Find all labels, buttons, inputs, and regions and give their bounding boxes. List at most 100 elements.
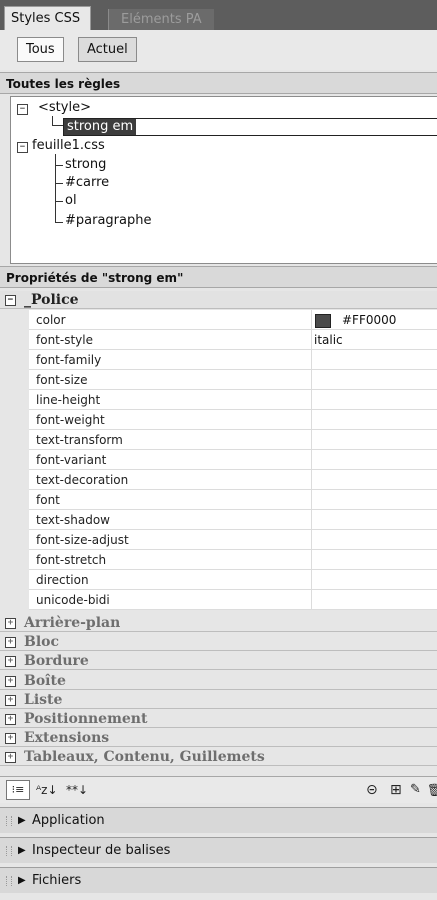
expand-icon[interactable]: + (5, 637, 16, 648)
category-row[interactable]: + Bordure (0, 652, 437, 670)
grip-icon[interactable] (6, 816, 12, 826)
category-police[interactable]: − _Police (0, 291, 437, 309)
current-button[interactable]: Actuel (78, 37, 137, 62)
category-row[interactable]: + Arrière-plan (0, 614, 437, 632)
property-row[interactable]: text-transform (29, 430, 437, 450)
property-value[interactable] (311, 430, 437, 450)
attach-stylesheet-icon[interactable]: ⊝ (366, 781, 378, 799)
property-row[interactable]: text-decoration (29, 470, 437, 490)
property-value[interactable] (311, 450, 437, 470)
property-value[interactable] (311, 350, 437, 370)
delete-icon[interactable]: 🗑 (427, 781, 437, 799)
property-value[interactable]: #FF0000 (311, 310, 437, 330)
panel-files[interactable]: ▶ Fichiers (0, 867, 437, 893)
category-row[interactable]: + Liste (0, 691, 437, 709)
tree-item-stylesheet[interactable]: feuille1.css (32, 138, 105, 153)
property-value[interactable] (311, 410, 437, 430)
property-name: font-stretch (36, 553, 107, 567)
property-row[interactable]: font-family (29, 350, 437, 370)
property-row[interactable]: font-size (29, 370, 437, 390)
tab-bar: Styles CSS Eléments PA (0, 0, 437, 31)
property-value[interactable] (311, 570, 437, 590)
expand-icon[interactable]: + (5, 676, 16, 687)
tab-ap-elements[interactable]: Eléments PA (108, 9, 214, 30)
tree-line (55, 165, 63, 166)
property-row[interactable]: font-size-adjust (29, 530, 437, 550)
tree-item-style-block[interactable]: <style> (38, 100, 91, 115)
panel-application[interactable]: ▶ Application (0, 807, 437, 833)
expand-icon[interactable]: + (5, 752, 16, 763)
tree-line (52, 116, 53, 125)
property-name: font (36, 493, 60, 507)
property-value[interactable] (311, 590, 437, 610)
panel-toolbar: ⁝≡ ᴬz↓ **↓ ⊝ ⊞ ✎ 🗑 (0, 776, 437, 803)
category-view-icon[interactable]: ⁝≡ (6, 780, 30, 800)
properties-header: Propriétés de "strong em" (0, 266, 437, 288)
collapse-icon[interactable]: − (17, 142, 28, 153)
grip-icon[interactable] (6, 846, 12, 856)
category-row[interactable]: + Extensions (0, 729, 437, 747)
property-name: font-weight (36, 413, 105, 427)
property-name: font-style (36, 333, 93, 347)
category-label: Liste (24, 692, 63, 708)
color-swatch[interactable] (315, 314, 331, 328)
property-name: text-shadow (36, 513, 110, 527)
expand-arrow-icon: ▶ (18, 875, 26, 886)
tree-item-rule[interactable]: strong (65, 157, 106, 172)
property-value[interactable]: italic (311, 330, 437, 350)
grip-icon[interactable] (6, 876, 12, 886)
property-value[interactable] (311, 510, 437, 530)
property-name: font-size (36, 373, 88, 387)
category-row[interactable]: + Boîte (0, 672, 437, 690)
tree-item-rule[interactable]: ol (65, 193, 77, 208)
tab-css-styles[interactable]: Styles CSS (4, 6, 92, 31)
all-button[interactable]: Tous (17, 37, 64, 62)
tree-item-rule[interactable]: #carre (65, 175, 109, 190)
expand-icon[interactable]: + (5, 618, 16, 629)
property-row[interactable]: text-shadow (29, 510, 437, 530)
property-row[interactable]: font-style italic (29, 330, 437, 350)
property-value[interactable] (311, 530, 437, 550)
set-properties-view-icon[interactable]: **↓ (66, 781, 88, 799)
property-name: font-variant (36, 453, 107, 467)
property-row[interactable]: font-variant (29, 450, 437, 470)
category-label: _Police (24, 292, 79, 308)
property-value-text: italic (314, 333, 343, 347)
property-row[interactable]: font (29, 490, 437, 510)
property-value[interactable] (311, 490, 437, 510)
new-rule-icon[interactable]: ⊞ (390, 781, 402, 799)
property-row[interactable]: line-height (29, 390, 437, 410)
css-styles-panel: Styles CSS Eléments PA Tous Actuel Toute… (0, 0, 437, 900)
expand-icon[interactable]: + (5, 733, 16, 744)
category-row[interactable]: + Bloc (0, 633, 437, 651)
property-value[interactable] (311, 550, 437, 570)
category-row[interactable]: + Tableaux, Contenu, Guillemets (0, 748, 437, 766)
property-name: text-decoration (36, 473, 129, 487)
property-row[interactable]: direction (29, 570, 437, 590)
alphabetical-view-icon[interactable]: ᴬz↓ (36, 781, 58, 799)
panel-tag-inspector[interactable]: ▶ Inspecteur de balises (0, 837, 437, 863)
collapse-icon[interactable]: − (5, 295, 16, 306)
tree-item-rule[interactable]: #paragraphe (65, 213, 151, 228)
selected-rule-row[interactable]: strong em (63, 118, 437, 136)
tree-line (55, 183, 63, 184)
edit-style-icon[interactable]: ✎ (410, 781, 421, 799)
tree-line (55, 201, 63, 202)
expand-icon[interactable]: + (5, 714, 16, 725)
tree-line (55, 222, 63, 223)
expand-icon[interactable]: + (5, 656, 16, 667)
property-name: font-size-adjust (36, 533, 129, 547)
property-row[interactable]: color #FF0000 (29, 310, 437, 330)
category-row[interactable]: + Positionnement (0, 710, 437, 728)
property-name: line-height (36, 393, 101, 407)
expand-icon[interactable]: + (5, 695, 16, 706)
property-value[interactable] (311, 390, 437, 410)
property-row[interactable]: font-weight (29, 410, 437, 430)
property-row[interactable]: unicode-bidi (29, 590, 437, 610)
category-label: Positionnement (24, 711, 148, 727)
property-value[interactable] (311, 370, 437, 390)
collapse-icon[interactable]: − (17, 104, 28, 115)
property-value[interactable] (311, 470, 437, 490)
property-row[interactable]: font-stretch (29, 550, 437, 570)
tree-item-selected-rule[interactable]: strong em (64, 119, 137, 135)
